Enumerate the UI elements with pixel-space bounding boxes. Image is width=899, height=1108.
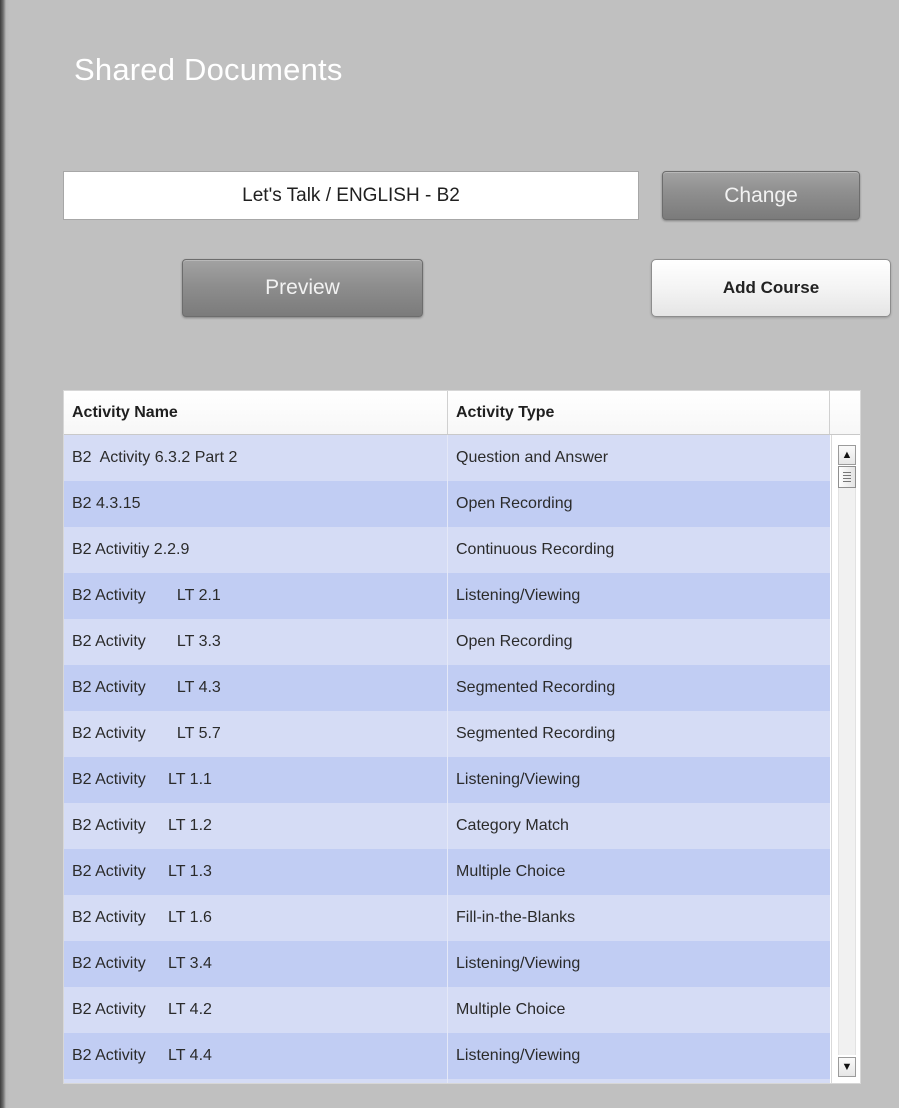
table-row[interactable]: B2 Activity LT 3.3 Open Recording xyxy=(64,619,830,665)
activity-type-cell: Listening/Viewing xyxy=(456,587,581,604)
activity-type-cell: Listening/Viewing xyxy=(456,771,581,788)
activity-name-cell: B2 Activity LT 1.1 xyxy=(64,757,448,803)
grip-icon xyxy=(843,472,851,482)
activity-type-cell xyxy=(448,1079,830,1083)
table-row[interactable]: B2 Activity LT 1.2 Category Match xyxy=(64,803,830,849)
add-course-button[interactable]: Add Course xyxy=(651,259,891,317)
activity-type-cell: Multiple Choice xyxy=(456,1001,566,1018)
table-row[interactable]: B2 Activity LT 4.3 Segmented Recording xyxy=(64,665,830,711)
table-row[interactable]: B2 Activity LT 2.1 Listening/Viewing xyxy=(64,573,830,619)
vertical-scrollbar[interactable]: ▲ ▼ xyxy=(831,435,860,1083)
activity-type-cell: Listening/Viewing xyxy=(456,955,581,972)
activity-name-cell: B2 Activity LT 4.4 xyxy=(64,1033,448,1079)
activity-type-cell: Multiple Choice xyxy=(456,863,566,880)
activity-type-cell: Segmented Recording xyxy=(456,725,616,742)
scrollbar-track[interactable] xyxy=(838,487,856,1055)
page-title: Shared Documents xyxy=(74,52,343,87)
activity-name-cell: B2 Activity LT 2.1 xyxy=(64,573,448,619)
table-row[interactable]: B2 Activity LT 1.3 Multiple Choice xyxy=(64,849,830,895)
activity-name-cell: B2 Activity LT 1.3 xyxy=(64,849,448,895)
table-body: B2 Activity 6.3.2 Part 2 Question and An… xyxy=(64,435,830,1083)
scroll-down-icon[interactable]: ▼ xyxy=(838,1057,856,1077)
table-row[interactable]: B2 Activity LT 5.7 Segmented Recording xyxy=(64,711,830,757)
table-row[interactable]: B2 Activitiy 2.2.9 Continuous Recording xyxy=(64,527,830,573)
activity-type-cell: Segmented Recording xyxy=(456,679,616,696)
activity-type-cell: Continuous Recording xyxy=(456,541,615,558)
scroll-up-icon[interactable]: ▲ xyxy=(838,445,856,465)
preview-button[interactable]: Preview xyxy=(182,259,423,317)
change-button[interactable]: Change xyxy=(662,171,860,220)
column-header-activity-name[interactable]: Activity Name xyxy=(64,391,448,434)
activity-table: Activity Name Activity Type B2 Activity … xyxy=(63,390,861,1084)
table-row[interactable]: B2 Activity LT 4.2 Multiple Choice xyxy=(64,987,830,1033)
activity-name-cell: B2 Activity LT 1.6 xyxy=(64,895,448,941)
table-row[interactable]: B2 4.3.15 Open Recording xyxy=(64,481,830,527)
activity-type-cell: Listening/Viewing xyxy=(456,1047,581,1064)
header-corner xyxy=(830,391,860,434)
column-header-activity-type[interactable]: Activity Type xyxy=(448,391,830,434)
table-row[interactable]: B2 Activity LT 4.4 Listening/Viewing xyxy=(64,1033,830,1079)
activity-type-cell: Open Recording xyxy=(456,633,573,650)
activity-name-cell: B2 Activity 6.3.2 Part 2 xyxy=(64,435,448,481)
activity-name-cell: B2 Activity LT 3.3 xyxy=(64,619,448,665)
activity-name-cell: B2 Activity LT 5.7 xyxy=(64,711,448,757)
activity-name-cell: B2 4.3.15 xyxy=(64,481,448,527)
activity-type-cell: Question and Answer xyxy=(456,449,609,466)
window-left-edge xyxy=(0,0,10,1108)
course-selection-field[interactable]: Let's Talk / ENGLISH - B2 xyxy=(63,171,639,220)
activity-name-cell xyxy=(64,1079,448,1083)
activity-name-cell: B2 Activity LT 4.2 xyxy=(64,987,448,1033)
activity-name-cell: B2 Activity LT 3.4 xyxy=(64,941,448,987)
activity-type-cell: Fill-in-the-Blanks xyxy=(456,909,576,926)
table-header: Activity Name Activity Type xyxy=(64,391,860,435)
table-row[interactable]: B2 Activity 6.3.2 Part 2 Question and An… xyxy=(64,435,830,481)
table-row[interactable]: B2 Activity LT 3.4 Listening/Viewing xyxy=(64,941,830,987)
scrollbar-thumb[interactable] xyxy=(838,466,856,488)
table-row[interactable]: B2 Activity LT 1.1 Listening/Viewing xyxy=(64,757,830,803)
activity-name-cell: B2 Activity LT 1.2 xyxy=(64,803,448,849)
activity-type-cell: Category Match xyxy=(456,817,569,834)
table-row[interactable]: B2 Activity LT 1.6 Fill-in-the-Blanks xyxy=(64,895,830,941)
activity-type-cell: Open Recording xyxy=(456,495,573,512)
activity-name-cell: B2 Activitiy 2.2.9 xyxy=(64,527,448,573)
table-row[interactable] xyxy=(64,1079,830,1083)
activity-name-cell: B2 Activity LT 4.3 xyxy=(64,665,448,711)
